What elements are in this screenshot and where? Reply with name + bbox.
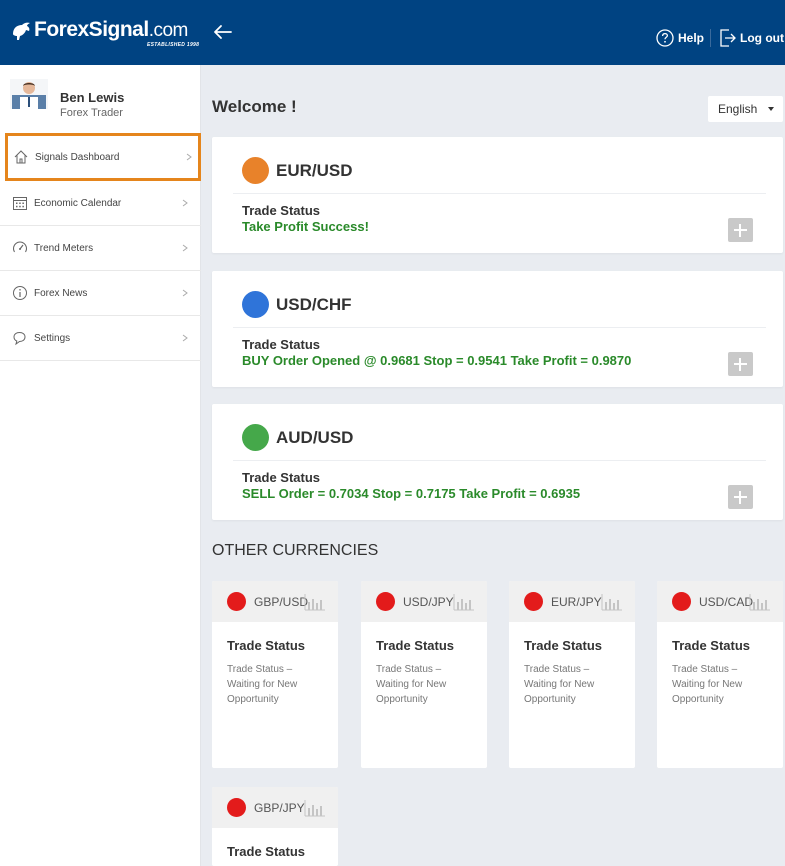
sidebar-item-label: Forex News	[34, 287, 88, 299]
logout-link[interactable]: Log out	[719, 28, 784, 48]
card-divider	[233, 193, 766, 194]
trade-status-description: Trade Status – Waiting for New Opportuni…	[227, 664, 298, 705]
status-dot	[524, 592, 543, 611]
bar-chart-icon	[601, 594, 622, 611]
sidebar-item-label: Signals Dashboard	[35, 151, 120, 163]
trade-status-label: Trade Status	[524, 638, 603, 653]
help-link[interactable]: Help	[656, 29, 704, 47]
currency-card-usd-jpy[interactable]: USD/JPY Trade Status Trade Status – Wait…	[361, 581, 487, 768]
bar-chart-icon	[304, 800, 325, 817]
language-select[interactable]: English	[708, 96, 783, 122]
status-dot	[242, 291, 269, 318]
sidebar-item-label: Economic Calendar	[34, 197, 122, 209]
currency-pair: USD/JPY	[403, 595, 454, 609]
bull-logo-icon	[13, 22, 30, 40]
currency-pair: AUD/USD	[276, 428, 354, 447]
user-role: Forex Trader	[60, 107, 123, 119]
trade-status-value: Take Profit Success!	[242, 219, 369, 234]
chevron-right-icon	[186, 153, 192, 161]
status-dot	[227, 798, 246, 817]
signal-card-aud-usd: AUD/USD Trade Status SELL Order = 0.7034…	[212, 404, 783, 520]
logout-icon	[720, 29, 736, 47]
trade-status-label: Trade Status	[376, 638, 455, 653]
trade-status-description: Trade Status – Waiting for New Opportuni…	[672, 664, 743, 705]
expand-button[interactable]	[728, 218, 753, 242]
chevron-right-icon	[182, 334, 188, 342]
signal-card-usd-chf: USD/CHF Trade Status BUY Order Opened @ …	[212, 271, 783, 387]
currency-card-eur-jpy[interactable]: EUR/JPY Trade Status Trade Status – Wait…	[509, 581, 635, 768]
status-dot	[242, 424, 269, 451]
expand-button[interactable]	[728, 352, 753, 376]
chevron-right-icon	[182, 289, 188, 297]
language-value: English	[718, 102, 758, 116]
trade-status-label: Trade Status	[242, 203, 321, 218]
sidebar-item-economic-calendar[interactable]: Economic Calendar	[0, 181, 201, 226]
bar-chart-icon	[304, 594, 325, 611]
trade-status-label: Trade Status	[672, 638, 751, 653]
caret-down-icon	[768, 107, 774, 111]
home-icon	[14, 150, 28, 164]
chevron-right-icon	[182, 199, 188, 207]
currency-pair: EUR/USD	[276, 161, 353, 180]
user-profile: Ben Lewis Forex Trader	[0, 65, 201, 134]
bar-chart-icon	[453, 594, 474, 611]
forexsignal-logo[interactable]: ForexSignal.com ESTABLISHED 1998	[10, 14, 199, 50]
avatar	[10, 79, 48, 109]
signal-card-eur-usd: EUR/USD Trade Status Take Profit Success…	[212, 137, 783, 253]
sidebar-item-label: Settings	[34, 332, 71, 344]
sidebar-item-trend-meters[interactable]: Trend Meters	[0, 226, 201, 271]
top-bar: ForexSignal.com ESTABLISHED 1998 Help Lo…	[0, 0, 785, 65]
currency-pair: USD/CAD	[699, 595, 754, 609]
header-divider	[710, 29, 711, 47]
back-arrow-icon[interactable]	[212, 21, 234, 43]
status-dot	[227, 592, 246, 611]
logo-tagline: ESTABLISHED 1998	[147, 42, 200, 48]
sidebar: Ben Lewis Forex Trader Signals Dashboard…	[0, 65, 201, 866]
chat-icon	[13, 331, 26, 346]
gauge-icon	[13, 241, 27, 253]
help-label: Help	[678, 31, 705, 45]
help-icon	[656, 29, 674, 47]
card-divider	[233, 460, 766, 461]
sidebar-item-signals-dashboard[interactable]: Signals Dashboard	[5, 133, 201, 181]
trade-status-label: Trade Status	[227, 844, 306, 859]
currency-card-gbp-jpy[interactable]: GBP/JPY Trade Status	[212, 787, 338, 866]
status-dot	[672, 592, 691, 611]
user-name: Ben Lewis	[60, 90, 125, 105]
status-dot	[242, 157, 269, 184]
trade-status-label: Trade Status	[227, 638, 306, 653]
currency-card-gbp-usd[interactable]: GBP/USD Trade Status Trade Status – Wait…	[212, 581, 338, 768]
trade-status-value: BUY Order Opened @ 0.9681 Stop = 0.9541 …	[242, 353, 632, 368]
bar-chart-icon	[749, 594, 770, 611]
currency-pair: EUR/JPY	[551, 595, 602, 609]
status-dot	[376, 592, 395, 611]
sidebar-item-settings[interactable]: Settings	[0, 316, 201, 361]
currency-pair: GBP/JPY	[254, 801, 305, 815]
trade-status-label: Trade Status	[242, 337, 321, 352]
sidebar-item-forex-news[interactable]: Forex News	[0, 271, 201, 316]
currency-card-usd-cad[interactable]: USD/CAD Trade Status Trade Status – Wait…	[657, 581, 783, 768]
sidebar-item-label: Trend Meters	[34, 242, 94, 254]
currency-pair: GBP/USD	[254, 595, 309, 609]
chevron-right-icon	[182, 244, 188, 252]
page-title: Welcome !	[212, 97, 297, 116]
card-divider	[233, 327, 766, 328]
currency-pair: USD/CHF	[276, 295, 352, 314]
other-currencies-heading: OTHER CURRENCIES	[212, 542, 379, 559]
trade-status-label: Trade Status	[242, 470, 321, 485]
info-icon	[13, 286, 27, 300]
trade-status-description: Trade Status – Waiting for New Opportuni…	[524, 664, 595, 705]
logout-label: Log out	[740, 31, 784, 45]
trade-status-value: SELL Order = 0.7034 Stop = 0.7175 Take P…	[242, 486, 581, 501]
expand-button[interactable]	[728, 485, 753, 509]
calendar-icon	[13, 197, 27, 210]
trade-status-description: Trade Status – Waiting for New Opportuni…	[376, 664, 447, 705]
